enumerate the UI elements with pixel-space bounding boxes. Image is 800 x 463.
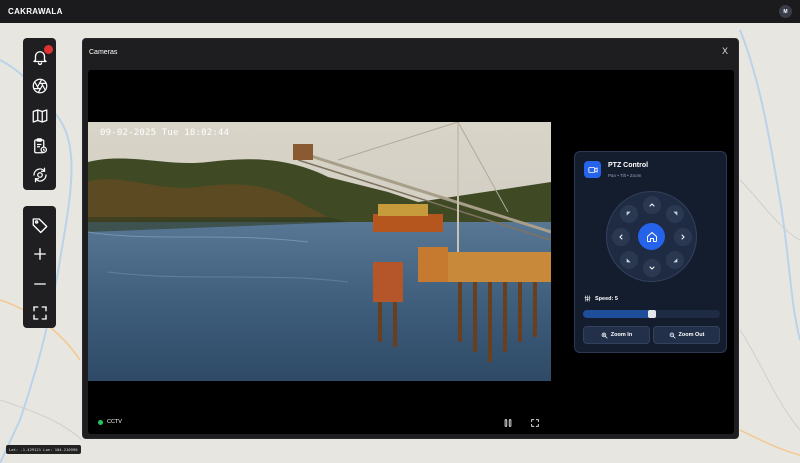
video-fullscreen-button[interactable] [529, 417, 541, 429]
zoom-in-icon [601, 332, 608, 338]
camera-viewer: 09-02-2025 Tue 18:02:44 CCTV PTZ Control… [88, 70, 734, 434]
tilt-up-button[interactable] [643, 196, 661, 214]
video-timestamp: 09-02-2025 Tue 18:02:44 [100, 128, 230, 138]
report-button[interactable] [23, 131, 56, 161]
pan-down-left-button[interactable] [620, 251, 638, 269]
video-camera-icon [584, 161, 601, 178]
modal-title: Cameras [89, 48, 118, 56]
ptz-subtitle: Pan • Tilt • Zoom [608, 173, 642, 178]
map-icon [32, 109, 47, 123]
zoom-in-label: Zoom In [610, 332, 633, 338]
plus-icon [33, 248, 46, 261]
zoom-out-button[interactable]: Zoom Out [653, 326, 720, 344]
arrow-down-right-icon [673, 258, 678, 263]
live-indicator [98, 419, 103, 425]
zoom-out-label: Zoom Out [678, 332, 705, 338]
pause-button[interactable] [502, 417, 514, 429]
speed-slider[interactable] [583, 310, 720, 318]
close-button[interactable]: X [722, 46, 728, 56]
zoom-in-button[interactable]: Zoom In [583, 326, 650, 344]
camera-sync-button[interactable] [23, 160, 56, 190]
pan-down-right-button[interactable] [666, 251, 684, 269]
camera-layer-button[interactable] [23, 72, 56, 102]
camera-rotate-icon [32, 167, 47, 183]
map-zoom-out-button[interactable] [23, 269, 56, 299]
arrow-down-left-icon [626, 258, 631, 263]
top-bar: CAKRAWALA M [0, 0, 800, 23]
avatar[interactable]: M [779, 5, 792, 18]
speed-slider-thumb[interactable] [648, 310, 656, 318]
speed-slider-fill [583, 310, 656, 318]
cameras-modal: Cameras X 09-02-2025 Tue 18:02:44 CCTV P… [82, 38, 739, 439]
ptz-title: PTZ Control [608, 162, 649, 169]
camera-feed-image [88, 122, 551, 381]
tag-icon [32, 218, 47, 233]
stream-status: CCTV [98, 419, 122, 425]
pause-icon [504, 419, 512, 427]
clipboard-clock-icon [33, 137, 47, 153]
pan-up-right-button[interactable] [666, 205, 684, 223]
ptz-direction-pad [606, 191, 697, 282]
zoom-out-icon [669, 332, 675, 338]
map-fullscreen-button[interactable] [23, 299, 56, 329]
chevron-up-icon [649, 203, 655, 207]
ptz-home-button[interactable] [638, 223, 665, 250]
arrow-up-right-icon [673, 211, 678, 216]
map-coordinates: Lat: -1.429121 Lon: 104.210590 [6, 445, 81, 454]
chevron-left-icon [619, 234, 623, 240]
home-icon [646, 231, 657, 242]
speed-row: Speed: 5 [584, 295, 618, 302]
fullscreen-icon [531, 419, 539, 427]
speed-label: Speed: 5 [595, 295, 618, 302]
pan-up-left-button[interactable] [620, 205, 638, 223]
fullscreen-icon [32, 306, 47, 320]
map-layer-button[interactable] [23, 101, 56, 131]
pan-right-button[interactable] [674, 228, 692, 246]
notifications-button[interactable] [23, 42, 56, 72]
map-tools-toolbar [23, 38, 56, 190]
camera-feed[interactable]: 09-02-2025 Tue 18:02:44 [88, 122, 551, 381]
map-zoom-toolbar [23, 206, 56, 328]
ptz-control-panel: PTZ Control Pan • Tilt • Zoom Speed: 5 Z… [574, 151, 727, 353]
pan-left-button[interactable] [612, 228, 630, 246]
chevron-right-icon [681, 234, 685, 240]
notification-dot [44, 45, 53, 54]
arrow-up-left-icon [626, 211, 631, 216]
sliders-icon [584, 295, 591, 302]
aperture-icon [32, 79, 47, 94]
tag-button[interactable] [23, 210, 56, 240]
minus-icon [33, 283, 46, 285]
app-title: CAKRAWALA [8, 7, 63, 16]
tilt-down-button[interactable] [643, 259, 661, 277]
chevron-down-icon [649, 266, 655, 270]
map-zoom-in-button[interactable] [23, 240, 56, 270]
stream-type-label: CCTV [107, 419, 122, 425]
modal-header: Cameras X [83, 39, 738, 65]
